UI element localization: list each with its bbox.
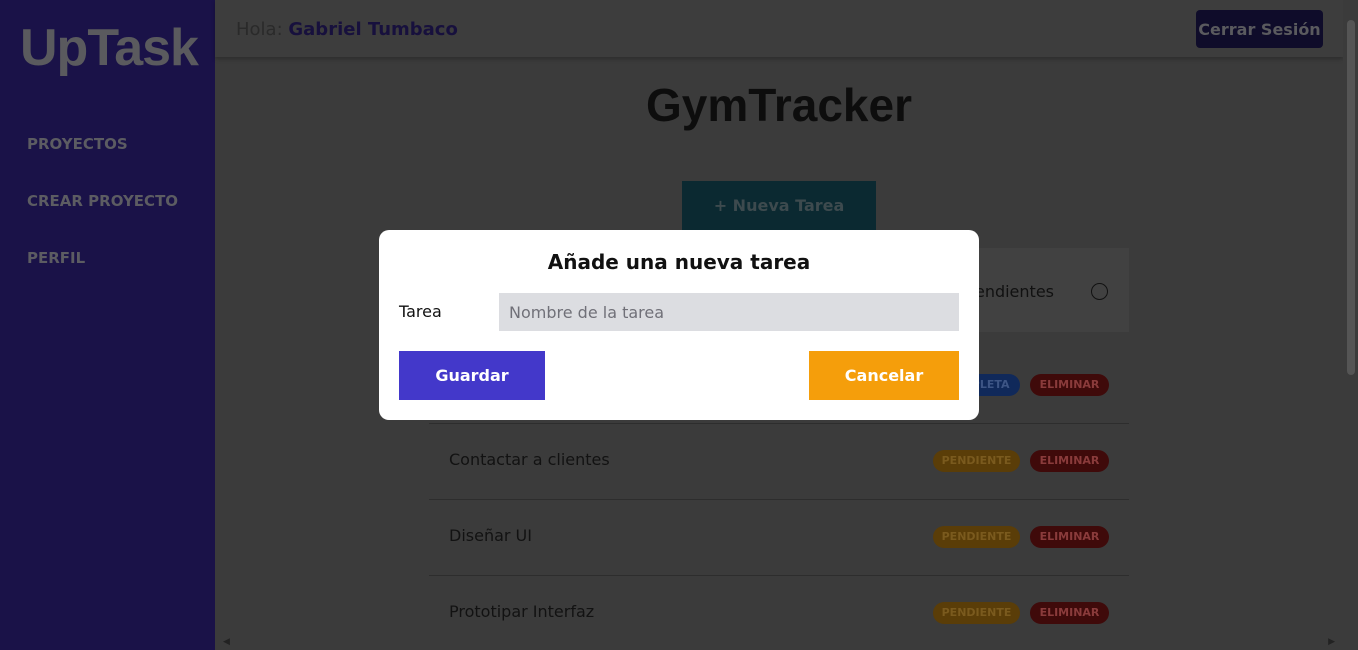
cancel-button[interactable]: Cancelar <box>809 351 959 400</box>
task-status-button[interactable]: PENDIENTE <box>933 450 1020 472</box>
scroll-left-icon[interactable]: ◀ <box>223 637 230 647</box>
task-name: Diseñar UI <box>449 526 532 545</box>
task-name-input[interactable] <box>499 293 959 331</box>
greeting: Hola: Gabriel Tumbaco <box>236 19 458 40</box>
top-bar: Hola: Gabriel Tumbaco Cerrar Sesión <box>215 0 1343 57</box>
task-name: Prototipar Interfaz <box>449 602 595 621</box>
sidebar-nav: PROYECTOS CREAR PROYECTO PERFIL <box>27 135 178 306</box>
task-name: Contactar a clientes <box>449 450 610 469</box>
delete-task-button[interactable]: ELIMINAR <box>1030 450 1109 472</box>
task-field-label: Tarea <box>399 302 442 321</box>
sidebar-item-crear-proyecto[interactable]: CREAR PROYECTO <box>27 192 178 249</box>
new-task-modal: Añade una nueva tarea Tarea Guardar Canc… <box>379 230 979 420</box>
sidebar: UpTask PROYECTOS CREAR PROYECTO PERFIL <box>0 0 215 650</box>
sidebar-item-proyectos[interactable]: PROYECTOS <box>27 135 178 192</box>
delete-task-button[interactable]: ELIMINAR <box>1030 374 1109 396</box>
horizontal-scrollbar[interactable]: ◀ ▶ <box>215 635 1343 650</box>
project-title: GymTracker <box>646 79 912 131</box>
vertical-scrollbar[interactable] <box>1343 0 1358 650</box>
user-name: Gabriel Tumbaco <box>288 19 458 40</box>
task-row: Diseñar UI PENDIENTE ELIMINAR <box>429 500 1129 576</box>
task-status-button[interactable]: PENDIENTE <box>933 602 1020 624</box>
task-row: Contactar a clientes PENDIENTE ELIMINAR <box>429 424 1129 500</box>
delete-task-button[interactable]: ELIMINAR <box>1030 602 1109 624</box>
modal-title: Añade una nueva tarea <box>547 250 811 274</box>
pending-filter-radio[interactable] <box>1091 283 1108 300</box>
delete-task-button[interactable]: ELIMINAR <box>1030 526 1109 548</box>
scrollbar-thumb[interactable] <box>1347 20 1355 375</box>
greeting-label: Hola: <box>236 19 283 40</box>
filter-label: Pendientes <box>965 282 1054 301</box>
task-status-button[interactable]: PENDIENTE <box>933 526 1020 548</box>
app-logo: UpTask <box>20 19 199 77</box>
sidebar-item-perfil[interactable]: PERFIL <box>27 249 178 306</box>
logout-button[interactable]: Cerrar Sesión <box>1196 10 1323 48</box>
save-button[interactable]: Guardar <box>399 351 545 400</box>
scroll-right-icon[interactable]: ▶ <box>1328 637 1335 647</box>
new-task-button[interactable]: + Nueva Tarea <box>682 181 876 230</box>
